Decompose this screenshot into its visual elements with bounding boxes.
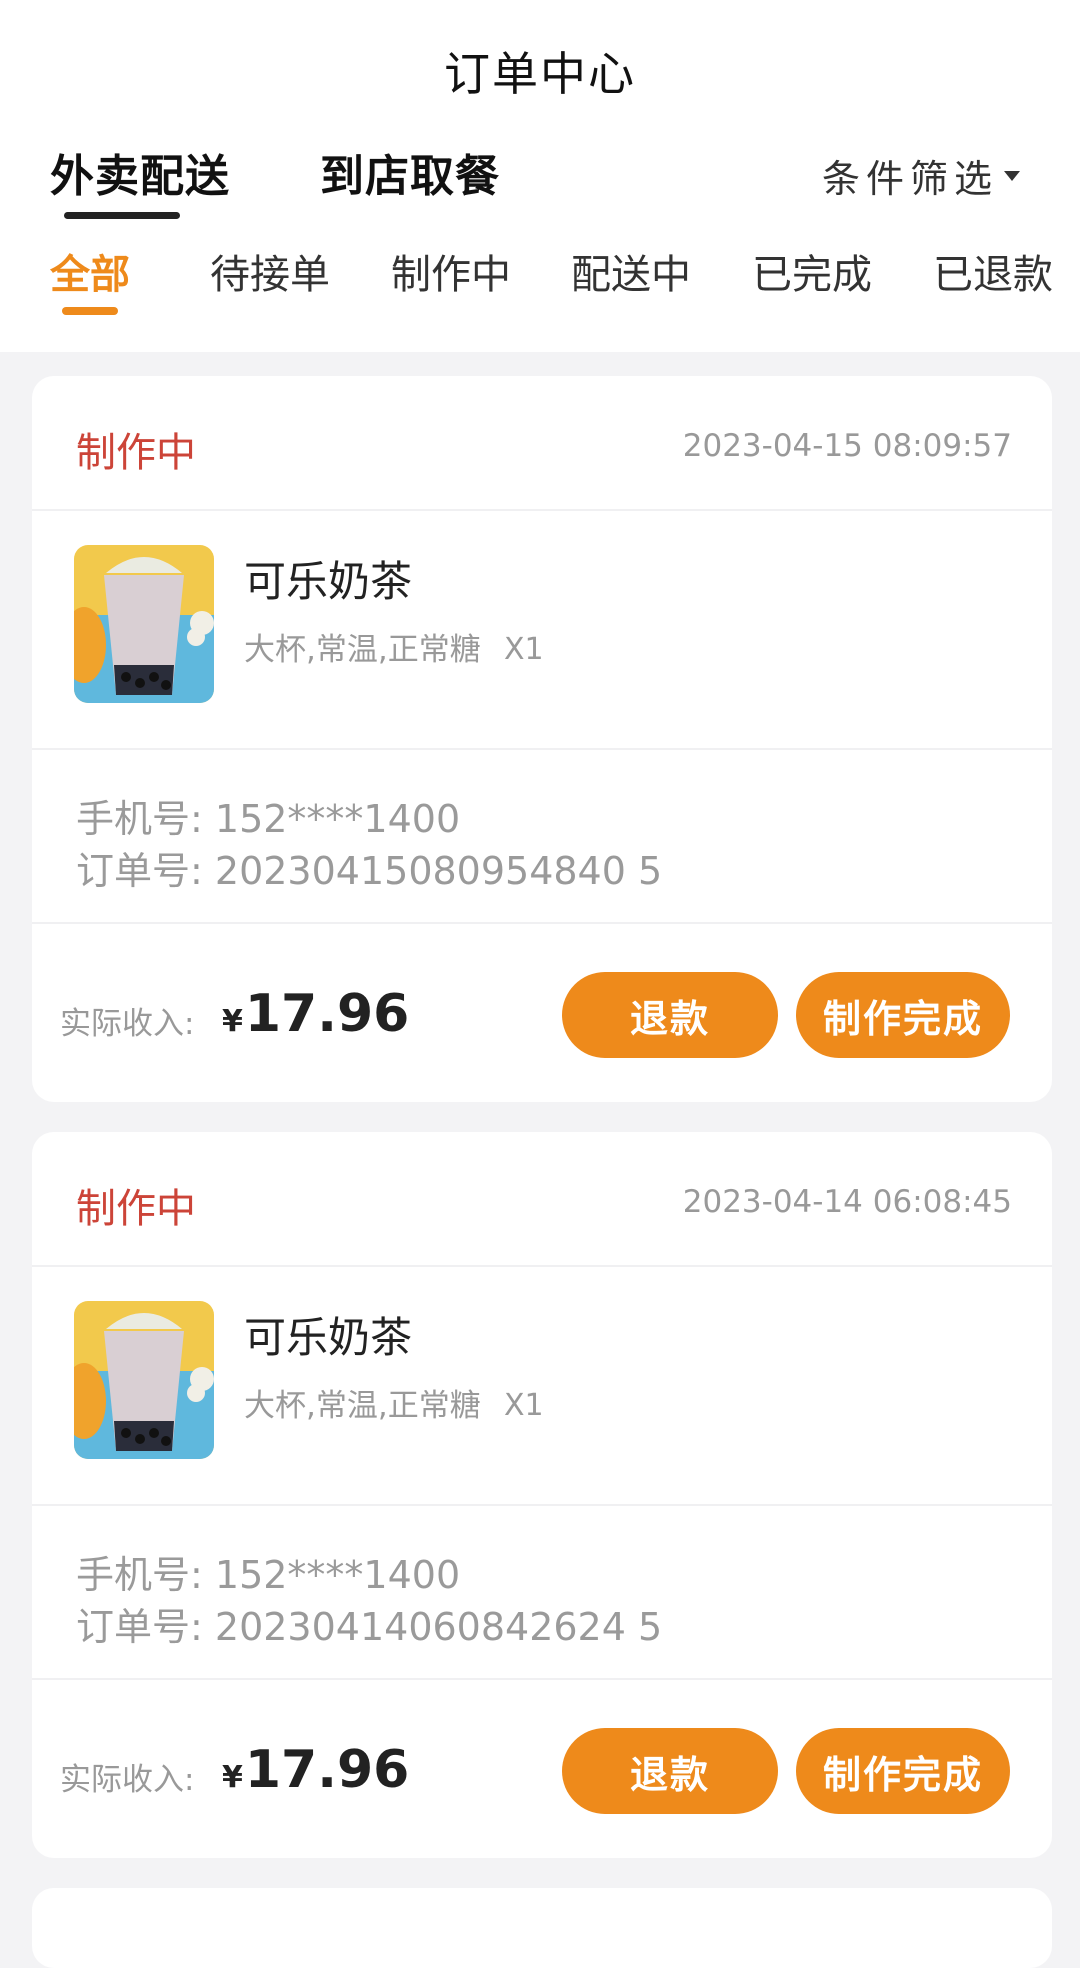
divider <box>32 922 1052 924</box>
product-spec: 大杯,常温,正常糖 <box>244 1388 481 1424</box>
order-number-value: 20230414060842624 5 <box>214 1605 663 1649</box>
product-name: 可乐奶茶 <box>244 557 413 606</box>
currency-symbol: ¥ <box>222 1004 243 1039</box>
product-spec: 大杯,常温,正常糖 <box>244 632 481 668</box>
tab-delivery[interactable]: 外卖配送 <box>50 140 230 204</box>
income-label: 实际收入: <box>60 1762 195 1798</box>
divider <box>32 748 1052 750</box>
complete-making-button[interactable]: 制作完成 <box>796 972 1010 1058</box>
status-tab-all[interactable]: 全部 <box>50 242 130 300</box>
product-image <box>74 545 214 703</box>
status-tab-pending[interactable]: 待接单 <box>210 242 330 300</box>
complete-making-button[interactable]: 制作完成 <box>796 1728 1010 1814</box>
order-number-row: 订单号: 20230414060842624 5 <box>76 1596 662 1651</box>
status-tab-refunded[interactable]: 已退款 <box>933 242 1053 300</box>
product-image <box>74 1301 214 1459</box>
filter-dropdown[interactable]: 条件筛选 <box>822 148 1020 203</box>
product-quantity: X1 <box>504 1388 544 1423</box>
status-tab-making[interactable]: 制作中 <box>391 242 511 300</box>
page-title: 订单中心 <box>444 47 636 101</box>
order-number-label: 订单号: <box>76 849 203 893</box>
phone-label: 手机号: <box>76 797 203 841</box>
amount-value: 17.96 <box>244 1740 410 1800</box>
product-name: 可乐奶茶 <box>244 1313 413 1362</box>
phone-value: 152****1400 <box>214 797 461 841</box>
income-amount: ¥ 17.96 <box>222 1740 409 1800</box>
order-time: 2023-04-14 06:08:45 <box>682 1184 1012 1220</box>
currency-symbol: ¥ <box>222 1760 243 1795</box>
phone-row: 手机号: 152****1400 <box>76 1544 460 1599</box>
amount-value: 17.96 <box>244 984 410 1044</box>
header: 订单中心 外卖配送 到店取餐 条件筛选 全部 待接单 制作中 配送中 已完成 已… <box>0 0 1080 352</box>
divider <box>32 1504 1052 1506</box>
caret-down-icon <box>1004 170 1020 181</box>
order-card[interactable]: 制作中 2023-04-14 06:08:45 可乐奶茶 大杯,常温,正常糖 X… <box>32 1132 1052 1858</box>
income-label: 实际收入: <box>60 1006 195 1042</box>
divider <box>32 509 1052 511</box>
phone-value: 152****1400 <box>214 1553 461 1597</box>
order-number-value: 20230415080954840 5 <box>214 849 663 893</box>
status-tab-delivering[interactable]: 配送中 <box>571 242 691 300</box>
status-tab-completed[interactable]: 已完成 <box>752 242 872 300</box>
tab-pickup[interactable]: 到店取餐 <box>320 140 500 204</box>
divider <box>32 1265 1052 1267</box>
order-number-label: 订单号: <box>76 1605 203 1649</box>
divider <box>32 1678 1052 1680</box>
refund-button[interactable]: 退款 <box>562 972 778 1058</box>
order-number-row: 订单号: 20230415080954840 5 <box>76 840 662 895</box>
refund-button[interactable]: 退款 <box>562 1728 778 1814</box>
order-card-partial[interactable] <box>32 1888 1052 1968</box>
filter-label: 条件筛选 <box>821 157 998 201</box>
status-tab-indicator <box>62 307 118 315</box>
order-status: 制作中 <box>76 430 196 476</box>
order-time: 2023-04-15 08:09:57 <box>682 428 1012 464</box>
main-tab-indicator <box>64 212 180 219</box>
income-amount: ¥ 17.96 <box>222 984 409 1044</box>
order-status: 制作中 <box>76 1186 196 1232</box>
order-card[interactable]: 制作中 2023-04-15 08:09:57 可乐奶茶 大杯,常温,正常糖 X… <box>32 376 1052 1102</box>
phone-label: 手机号: <box>76 1553 203 1597</box>
phone-row: 手机号: 152****1400 <box>76 788 460 843</box>
product-quantity: X1 <box>504 632 544 667</box>
